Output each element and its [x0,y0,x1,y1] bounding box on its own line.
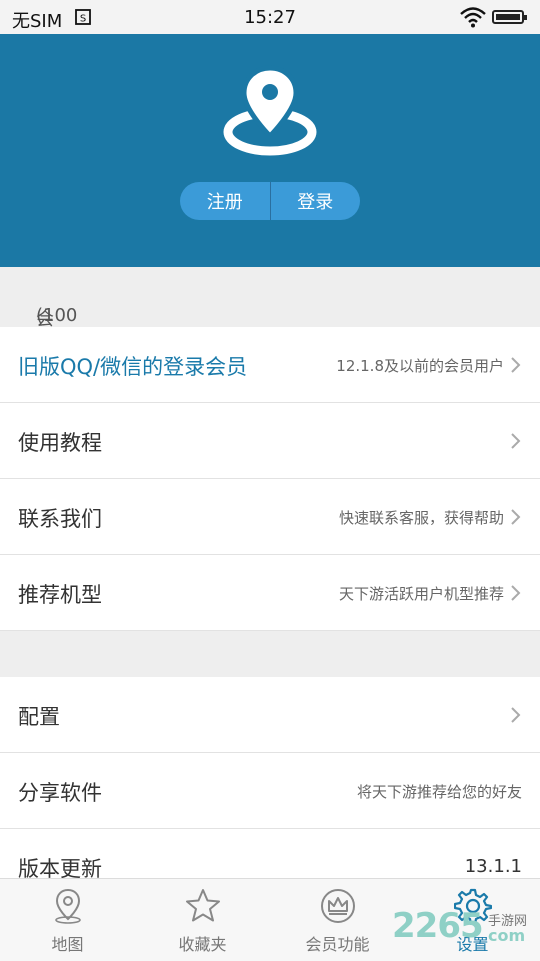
menu-row-title: 配置 [18,705,60,729]
site-watermark: 2265 手游网 com [392,906,540,950]
section-gap [0,631,540,677]
menu-list-primary: 旧版QQ/微信的登录会员 12.1.8及以前的会员用户 使用教程 联系我们 快速… [0,327,540,631]
menu-row-title: 旧版QQ/微信的登录会员 [18,355,248,379]
wifi-icon [460,7,486,28]
location-logo-icon [223,65,317,156]
menu-row-subtitle: 12.1.8及以前的会员用户 [336,357,504,375]
profile-header: 注册 登录 [0,34,540,267]
menu-row-contact[interactable]: 联系我们 快速联系客服，获得帮助 [0,479,540,555]
watermark-com-text: com [488,926,526,945]
menu-row-legacy-member[interactable]: 旧版QQ/微信的登录会员 12.1.8及以前的会员用户 [0,327,540,403]
tab-label: 地图 [51,935,84,954]
menu-list-secondary: 配置 分享软件 将天下游推荐给您的好友 版本更新 13.1.1 [0,677,540,905]
menu-row-title: 分享软件 [18,781,102,805]
tab-label: 收藏夹 [178,935,227,954]
menu-row-title: 联系我们 [18,507,102,531]
map-pin-icon [54,888,81,924]
chevron-right-icon [511,585,521,601]
watermark-number: 2265 [392,906,484,946]
menu-row-tutorial[interactable]: 使用教程 [0,403,540,479]
status-bar: 无SIM S 15:27 [0,0,540,34]
tab-favorites[interactable]: 收藏夹 [135,879,270,961]
member-section-header: 会员功能 (100元/年) [0,267,540,408]
chevron-right-icon [511,433,521,449]
tab-label: 会员功能 [305,935,370,954]
menu-row-title: 推荐机型 [18,583,102,607]
menu-row-recommended-devices[interactable]: 推荐机型 天下游活跃用户机型推荐 [0,555,540,631]
tab-map[interactable]: 地图 [0,879,135,961]
battery-icon [492,10,527,24]
crown-icon [320,889,355,923]
register-button[interactable]: 注册 [180,182,270,220]
menu-row-title: 使用教程 [18,431,102,455]
version-number: 13.1.1 [464,856,522,877]
menu-row-subtitle: 快速联系客服，获得帮助 [338,509,504,527]
chevron-right-icon [511,707,521,723]
tab-member[interactable]: 会员功能 [270,879,405,961]
chevron-right-icon [511,509,521,525]
menu-row-subtitle: 将天下游推荐给您的好友 [356,783,522,801]
login-button[interactable]: 登录 [271,182,361,220]
menu-row-subtitle: 天下游活跃用户机型推荐 [338,585,504,603]
menu-row-config[interactable]: 配置 [0,677,540,753]
chevron-right-icon [511,357,521,373]
star-icon [185,889,220,922]
clock: 15:27 [244,7,296,28]
auth-buttons: 注册 登录 [180,182,360,220]
menu-row-share[interactable]: 分享软件 将天下游推荐给您的好友 [0,753,540,829]
